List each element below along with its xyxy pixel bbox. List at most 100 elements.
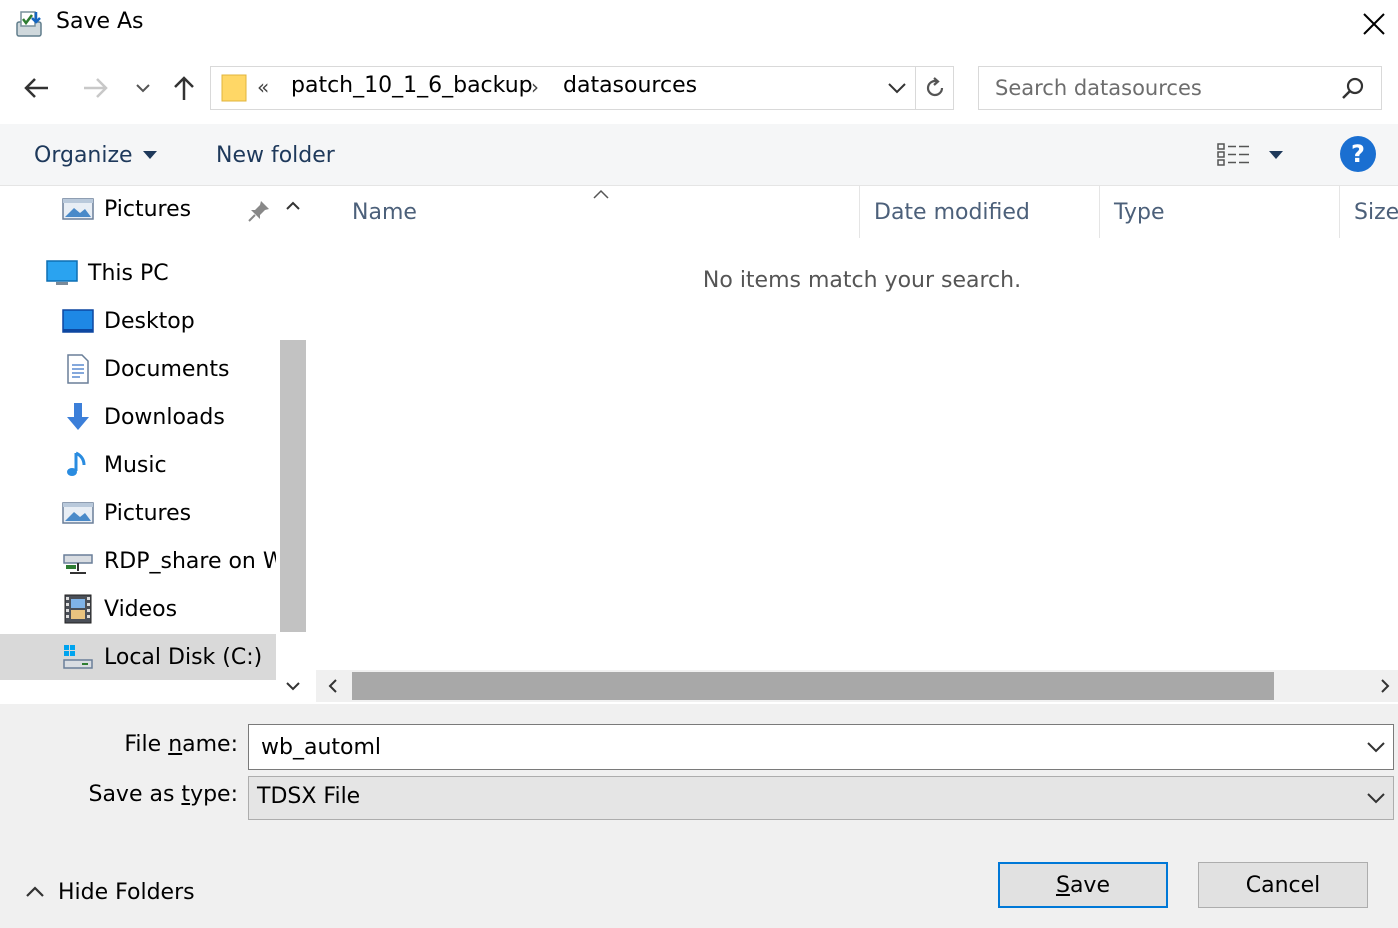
empty-message: No items match your search. [702,268,1022,293]
breadcrumb-item[interactable]: patch_10_1_6_backup [291,73,533,98]
save-options-panel: File name: Save as type: TDSX File Hide … [0,704,1398,928]
file-name-input[interactable] [261,732,1341,762]
back-button[interactable] [14,68,58,108]
hide-folders-label: Hide Folders [58,879,195,905]
chevron-down-icon [888,83,906,94]
scrollbar-thumb[interactable] [352,672,1274,700]
column-header-type[interactable]: Type [1100,186,1340,238]
access-key: S [1055,872,1070,898]
forward-button[interactable] [74,68,118,108]
arrow-right-icon [84,78,108,98]
chevron-right-icon [1381,679,1390,693]
label-text: ype: [190,782,238,807]
desktop-icon [62,305,94,337]
help-button[interactable]: ? [1340,136,1376,172]
navigation-pane-scrollbar[interactable] [278,186,308,704]
search-icon[interactable] [1339,75,1367,103]
new-folder-button[interactable]: New folder [206,136,345,174]
nav-item-documents[interactable]: Documents [0,346,276,392]
nav-item-label: Downloads [104,404,225,430]
nav-item-label: This PC [88,260,169,286]
details-view-icon [1217,143,1249,166]
nav-item-rdp-share[interactable]: RDP_share on W [0,538,276,584]
nav-item-pictures[interactable]: Pictures [0,490,276,536]
scroll-down-button[interactable] [278,668,308,704]
save-button[interactable]: Save [998,862,1168,908]
view-options-dropdown[interactable] [1262,136,1290,174]
label-text: Save as [88,782,182,807]
address-dropdown-button[interactable] [879,67,915,109]
arrow-left-icon [24,78,48,98]
nav-item-downloads[interactable]: Downloads [0,394,276,440]
close-button[interactable] [1352,4,1396,44]
nav-item-label: RDP_share on W [104,548,276,574]
access-key: t [181,782,191,807]
file-name-dropdown-button[interactable] [1359,725,1393,769]
label-text: ame: [182,732,238,757]
up-button[interactable] [162,68,206,108]
search-input[interactable] [995,73,1335,103]
refresh-button[interactable] [917,67,953,109]
column-header-date-modified[interactable]: Date modified [860,186,1100,238]
downloads-icon [62,401,94,433]
nav-item-music[interactable]: Music [0,442,276,488]
access-key: n [168,732,183,757]
organize-button[interactable]: Organize [24,136,167,174]
window-title: Save As [56,9,144,34]
folder-icon [221,73,247,103]
chevron-up-icon [286,201,300,210]
nav-item-this-pc[interactable]: This PC [0,250,276,296]
horizontal-scrollbar[interactable] [316,670,1398,702]
chevron-down-icon [1367,742,1385,753]
refresh-icon [926,77,944,97]
arrow-up-icon [174,76,194,100]
this-pc-icon [46,257,78,289]
change-view-button[interactable] [1210,136,1258,174]
nav-item-pictures-quick-access[interactable]: Pictures [0,186,276,232]
save-as-type-select[interactable]: TDSX File [248,776,1394,820]
save-as-type-dropdown-button[interactable] [1359,777,1393,819]
nav-item-videos[interactable]: Videos [0,586,276,632]
scroll-right-button[interactable] [1372,670,1398,702]
nav-item-label: Music [104,452,167,478]
command-toolbar: Organize New folder [0,124,1398,186]
chevron-down-icon [136,84,150,93]
help-icon: ? [1351,140,1365,168]
chevron-down-icon [286,682,300,691]
documents-icon [62,353,94,385]
search-box[interactable] [978,66,1382,110]
network-drive-icon [62,545,94,577]
save-as-type-label: Save as type: [60,782,238,807]
nav-item-local-disk[interactable]: Local Disk (C:) [0,634,276,680]
cancel-button[interactable]: Cancel [1198,862,1368,908]
organize-label: Organize [34,142,133,168]
address-bar[interactable]: « patch_10_1_6_backup › datasources [210,66,954,110]
breadcrumb-separator[interactable]: › [531,75,539,99]
nav-item-label: Pictures [104,196,192,222]
caret-down-icon [1269,151,1283,159]
nav-item-label: Documents [104,356,230,382]
address-overflow-chevron[interactable]: « [257,75,269,99]
close-icon [1363,13,1385,35]
nav-item-label: Desktop [104,308,195,334]
scroll-left-button[interactable] [316,670,350,702]
title-bar: Save As [0,0,1398,50]
button-label: ave [1069,872,1110,898]
caret-down-icon [142,151,157,159]
chevron-up-icon [20,886,50,898]
scrollbar-thumb[interactable] [280,340,306,632]
column-header-size[interactable]: Size [1340,186,1398,238]
local-disk-icon [62,641,94,673]
breadcrumb-item[interactable]: datasources [563,73,697,98]
recent-locations-button[interactable] [128,68,158,108]
hide-folders-toggle[interactable]: Hide Folders [20,872,195,912]
nav-item-label: Local Disk (C:) [104,644,263,670]
videos-icon [62,593,94,625]
nav-item-desktop[interactable]: Desktop [0,298,276,344]
chevron-down-icon [1367,793,1385,804]
scroll-up-button[interactable] [278,186,308,226]
column-header-name[interactable]: Name [338,186,860,238]
navigation-pane: Pictures This PC Desktop Documents Downl… [0,186,276,704]
chevron-left-icon [328,679,337,693]
file-name-combobox[interactable] [248,724,1394,770]
